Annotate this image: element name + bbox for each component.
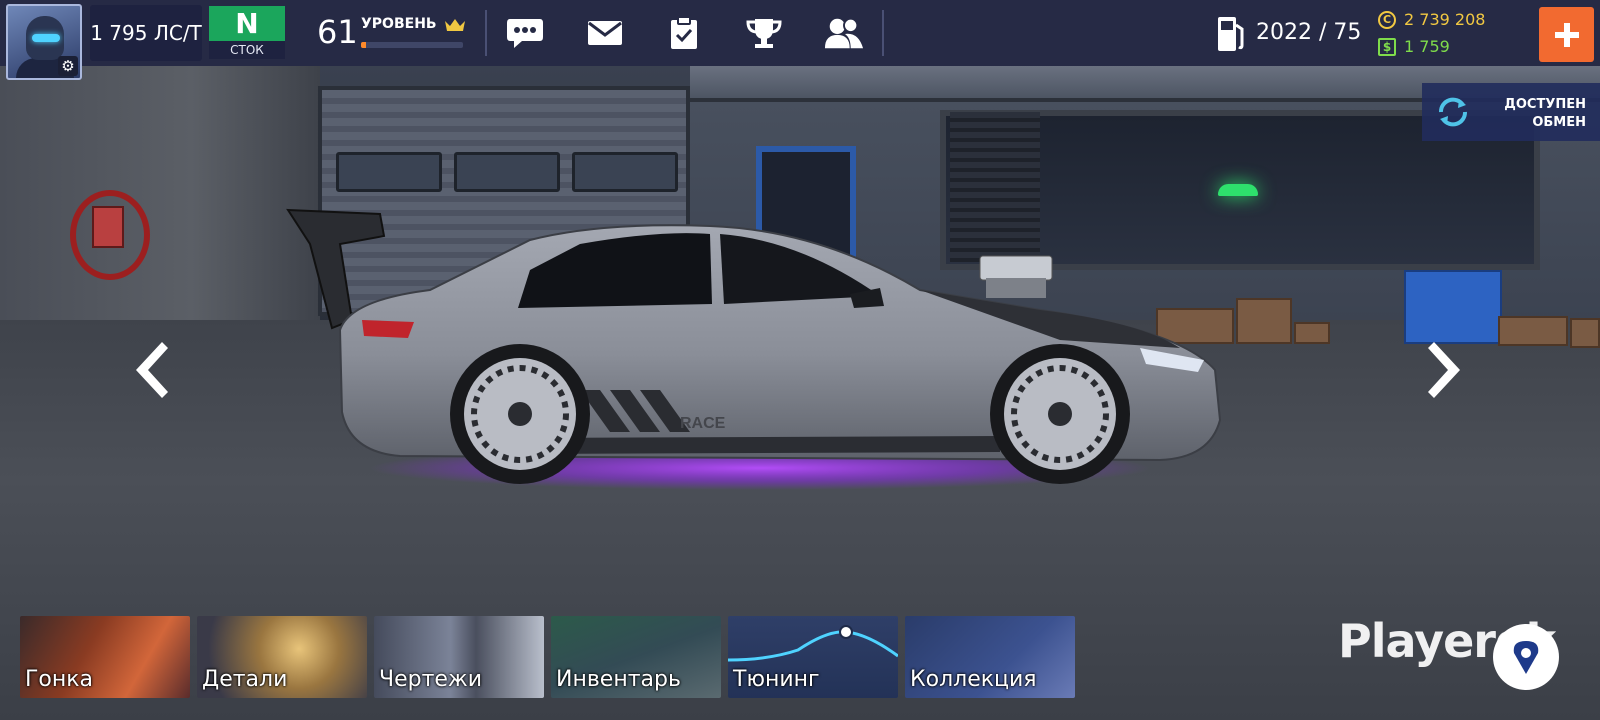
chevron-right-icon xyxy=(1428,342,1460,398)
menu-race-label: Гонка xyxy=(25,667,94,692)
chevron-left-icon xyxy=(136,342,168,398)
plus-icon xyxy=(1554,22,1579,47)
player-avatar[interactable]: ⚙ xyxy=(6,4,82,80)
tail-light xyxy=(362,320,414,338)
menu-inventory-label: Инвентарь xyxy=(556,667,681,692)
chat-icon xyxy=(507,19,543,48)
crown-icon xyxy=(445,19,465,31)
mail-button[interactable] xyxy=(585,13,625,53)
trophy-icon xyxy=(746,19,782,48)
menu-collection-label: Коллекция xyxy=(910,667,1037,692)
menu-inventory[interactable]: Инвентарь xyxy=(551,616,721,698)
player-car[interactable]: RACE xyxy=(280,200,1240,500)
mail-icon xyxy=(588,21,622,45)
menu-race[interactable]: Гонка xyxy=(20,616,190,698)
wooden-crate xyxy=(1236,298,1292,344)
car-class-label: СТОК xyxy=(230,43,264,57)
add-currency-button[interactable] xyxy=(1539,7,1594,62)
wooden-crate xyxy=(1570,318,1600,348)
location-pin-icon xyxy=(1513,641,1539,674)
exchange-line1: ДОСТУПЕН xyxy=(1504,97,1586,112)
cash-amount: 1 759 xyxy=(1404,37,1450,56)
friends-button[interactable] xyxy=(824,13,864,53)
watermark-badge xyxy=(1493,624,1559,690)
wooden-crate xyxy=(1294,322,1330,344)
engine-blower xyxy=(979,255,1053,281)
trophy-button[interactable] xyxy=(744,13,784,53)
menu-blueprints-label: Чертежи xyxy=(379,667,483,692)
divider xyxy=(882,10,884,56)
menu-parts-label: Детали xyxy=(202,667,288,692)
wooden-crate xyxy=(1498,316,1568,346)
car-class-letter: N xyxy=(209,6,285,41)
refresh-icon xyxy=(1438,97,1468,127)
garage-door-window xyxy=(454,152,560,192)
exchange-available-banner[interactable]: ДОСТУПЕН ОБМЕН xyxy=(1422,83,1600,141)
green-lamp xyxy=(1218,184,1258,196)
front-wheel xyxy=(990,344,1130,484)
gold-coin-icon: C xyxy=(1378,11,1396,29)
menu-parts[interactable]: Детали xyxy=(197,616,367,698)
divider xyxy=(485,10,487,56)
gold-amount: 2 739 208 xyxy=(1404,10,1486,29)
cash-icon: $ xyxy=(1378,38,1396,56)
race-decal: RACE xyxy=(680,415,726,432)
car-illustration: RACE xyxy=(286,208,1222,490)
level-progress-fill xyxy=(361,42,367,48)
previous-car-arrow[interactable] xyxy=(128,340,172,400)
side-skirt xyxy=(520,436,1000,454)
garage-door-window xyxy=(572,152,678,192)
menu-tuning[interactable]: Тюнинг xyxy=(728,616,898,698)
level-label: УРОВЕНЬ xyxy=(361,16,437,32)
level-progress-bar xyxy=(361,42,463,48)
fuel-icon xyxy=(1218,17,1244,51)
menu-blueprints[interactable]: Чертежи xyxy=(374,616,544,698)
friends-icon xyxy=(824,17,864,49)
rear-wheel xyxy=(450,344,590,484)
next-car-arrow[interactable] xyxy=(1424,340,1468,400)
engine-blower-base xyxy=(986,278,1046,298)
gold-balance[interactable]: C 2 739 208 xyxy=(1378,10,1485,30)
menu-tuning-label: Тюнинг xyxy=(733,667,820,692)
garage-door-window xyxy=(336,152,442,192)
tasks-button[interactable] xyxy=(664,13,704,53)
power-to-weight: 1 795 ЛС/Т xyxy=(90,5,202,61)
tasks-icon xyxy=(671,16,697,49)
cash-balance[interactable]: $ 1 759 xyxy=(1378,37,1450,57)
player-level: 61 xyxy=(317,13,358,51)
chat-button[interactable] xyxy=(505,13,545,53)
left-brick-wall xyxy=(0,66,320,336)
fire-hose-box xyxy=(92,206,124,248)
exchange-line2: ОБМЕН xyxy=(1532,115,1586,130)
fuel-counter: 2022 / 75 xyxy=(1256,20,1362,45)
gear-icon[interactable]: ⚙ xyxy=(58,56,78,76)
avatar-visor xyxy=(32,34,60,42)
menu-collection[interactable]: Коллекция xyxy=(905,616,1075,698)
blue-crate xyxy=(1404,270,1502,344)
car-class-badge[interactable]: N СТОК xyxy=(209,6,285,59)
